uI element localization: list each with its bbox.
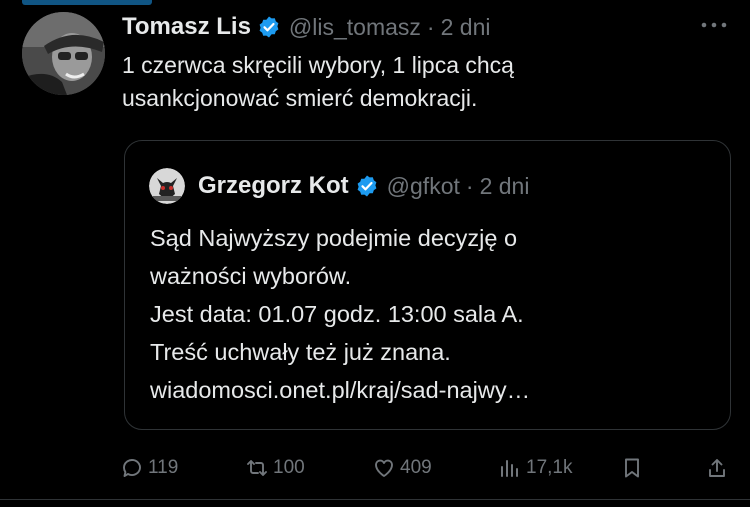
- reply-count: 119: [148, 457, 179, 478]
- tweet-header: Tomasz Lis @lis_tomasz · 2 dni: [122, 12, 490, 42]
- reply-icon: [123, 459, 141, 477]
- quoted-tweet[interactable]: Grzegorz Kot @gfkot · 2 dni Sąd Najwyższ…: [124, 140, 731, 430]
- avatar-image: [22, 12, 105, 95]
- like-count: 409: [400, 457, 432, 478]
- bookmark-button[interactable]: [620, 453, 648, 483]
- like-icon: [375, 459, 393, 477]
- retweet-icon: [247, 460, 267, 476]
- views-count: 17,1k: [526, 457, 573, 478]
- bookmark-icon: [625, 458, 639, 478]
- author-handle[interactable]: @lis_tomasz: [289, 14, 421, 41]
- share-icon: [709, 459, 725, 477]
- quoted-avatar: [149, 168, 185, 204]
- like-button[interactable]: 409: [372, 453, 432, 483]
- author-name[interactable]: Tomasz Lis: [122, 13, 251, 41]
- action-bar: 119 100 409 17,1k: [120, 453, 740, 483]
- quoted-timestamp[interactable]: 2 dni: [480, 173, 530, 200]
- tab-indicator: [22, 0, 152, 5]
- divider: [0, 499, 750, 500]
- verified-badge-icon: [259, 16, 279, 38]
- separator-dot: ·: [426, 13, 435, 40]
- views-icon: [501, 460, 518, 477]
- avatar[interactable]: [22, 12, 105, 95]
- quoted-tweet-header: Grzegorz Kot @gfkot · 2 dni: [149, 168, 530, 204]
- retweet-button[interactable]: 100: [245, 453, 305, 483]
- quoted-tweet-text: Sąd Najwyższy podejmie decyzję o ważnośc…: [150, 225, 531, 403]
- more-icon[interactable]: [698, 14, 730, 36]
- views-button[interactable]: 17,1k: [498, 453, 572, 483]
- quoted-author-handle[interactable]: @gfkot: [387, 173, 460, 200]
- retweet-count: 100: [273, 457, 305, 478]
- quoted-author-name[interactable]: Grzegorz Kot: [198, 172, 349, 200]
- reply-button[interactable]: 119: [120, 453, 178, 483]
- cat-avatar-icon: [149, 168, 185, 204]
- tweet-text: 1 czerwca skręcili wybory, 1 lipca chcą …: [122, 52, 514, 111]
- separator-dot: ·: [465, 172, 474, 199]
- verified-badge-icon: [357, 175, 377, 197]
- share-button[interactable]: [705, 453, 733, 483]
- tweet-timestamp[interactable]: 2 dni: [441, 14, 491, 41]
